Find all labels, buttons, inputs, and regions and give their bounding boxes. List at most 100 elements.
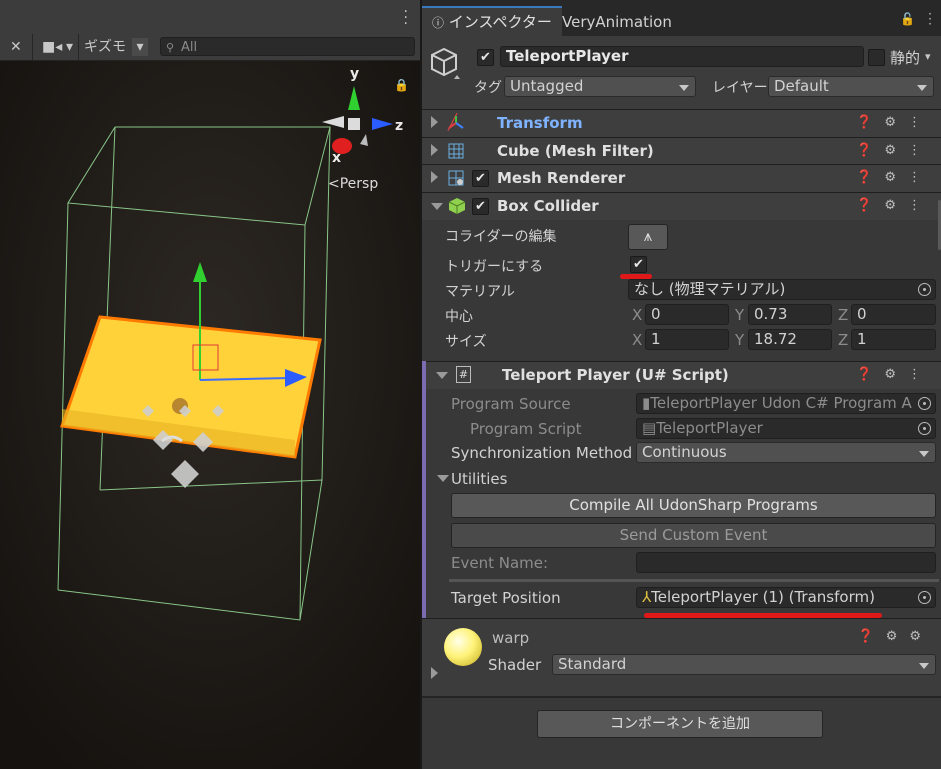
help-icon[interactable]: ❓	[856, 198, 884, 213]
mesh-renderer-enabled-checkbox[interactable]: ✔	[472, 170, 489, 187]
kebab-menu-icon[interactable]: · · ·	[404, 5, 408, 31]
scene-search-input[interactable]: ⚲ All	[160, 37, 415, 56]
utilities-label[interactable]: Utilities	[451, 470, 507, 488]
component-header-icons[interactable]: ❓⚙⋮	[856, 198, 933, 213]
kebab-menu-icon[interactable]: ⋮	[908, 198, 933, 213]
camera-icon[interactable]: ■◂	[42, 38, 62, 56]
scene-toolbar: ✕ ■◂ ▾ ギズモ ▾ ⚲ All	[0, 34, 420, 61]
component-header-icons[interactable]: ❓⚙⋮	[856, 367, 933, 382]
component-header-icons[interactable]: ❓⚙⋮	[856, 115, 933, 130]
preset-icon[interactable]: ⚙	[884, 198, 908, 213]
center-label: 中心	[445, 309, 473, 325]
material-object-field[interactable]: なし (物理マテリアル)	[628, 279, 936, 300]
help-icon[interactable]: ❓	[856, 115, 884, 130]
camera-dropdown-icon[interactable]: ▾	[66, 38, 73, 56]
transform-header[interactable]: ╱ Transform ❓⚙⋮	[422, 109, 941, 137]
kebab-menu-icon[interactable]: ⋮	[908, 143, 933, 158]
gizmos-dropdown-icon[interactable]: ▾	[132, 38, 148, 56]
foldout-arrow-icon[interactable]	[431, 203, 443, 210]
add-component-button[interactable]: コンポーネントを追加	[537, 710, 823, 738]
object-picker-icon[interactable]	[918, 591, 931, 604]
mesh-renderer-header[interactable]: ✔ Mesh Renderer ❓⚙⋮	[422, 164, 941, 192]
size-z-input[interactable]: 1	[851, 329, 936, 350]
preset-icon[interactable]: ⚙	[884, 170, 908, 185]
mesh-filter-header[interactable]: Cube (Mesh Filter) ❓⚙⋮	[422, 137, 941, 165]
foldout-arrow-icon[interactable]	[431, 144, 438, 156]
layer-value: Default	[774, 77, 829, 95]
projection-label[interactable]: <Persp	[328, 176, 378, 192]
size-z-axis: Z	[838, 331, 849, 349]
udon-accent-bar	[422, 361, 426, 618]
is-trigger-checkbox[interactable]: ✔	[630, 256, 647, 273]
mesh-renderer-icon	[448, 170, 464, 186]
preset-icon[interactable]: ⚙	[884, 115, 908, 130]
center-x-input[interactable]: 0	[645, 304, 729, 325]
event-name-input[interactable]	[636, 552, 936, 573]
gizmos-button[interactable]: ギズモ	[84, 38, 126, 56]
center-x-axis: X	[632, 306, 643, 324]
lock-icon[interactable]: 🔒	[394, 78, 409, 92]
help-icon[interactable]: ❓	[856, 367, 884, 382]
tab-veryanimation[interactable]: VeryAnimation	[552, 8, 682, 36]
foldout-arrow-icon[interactable]	[436, 372, 448, 379]
tab-inspector[interactable]: ⓘ インスペクター	[422, 6, 562, 36]
help-icon[interactable]: ❓	[858, 629, 886, 644]
gameobject-cube-icon[interactable]	[430, 46, 460, 80]
projection-text: Persp	[339, 176, 379, 192]
tag-dropdown[interactable]: Untagged	[504, 76, 696, 97]
layer-dropdown[interactable]: Default	[768, 76, 934, 97]
edit-collider-button[interactable]: ⩚	[628, 224, 668, 250]
material-section: warp ❓⚙⚙ Shader Standard	[422, 618, 941, 697]
shader-dropdown[interactable]: Standard	[552, 654, 936, 675]
foldout-arrow-icon[interactable]	[431, 116, 438, 128]
kebab-menu-icon[interactable]: ⋮	[908, 115, 933, 130]
udon-script-component: # Teleport Player (U# Script) ❓⚙⋮ Progra…	[422, 361, 941, 618]
material-preview-sphere	[444, 628, 482, 666]
center-z-axis: Z	[838, 306, 849, 324]
center-z-input[interactable]: 0	[851, 304, 936, 325]
object-picker-icon[interactable]	[918, 283, 931, 296]
foldout-arrow-icon[interactable]	[431, 171, 438, 183]
box-collider-header[interactable]: ✔ Box Collider ❓⚙⋮	[422, 192, 941, 220]
static-checkbox[interactable]	[868, 49, 885, 66]
help-icon[interactable]: ❓	[856, 143, 884, 158]
sync-method-dropdown[interactable]: Continuous	[636, 442, 936, 463]
component-header-icons[interactable]: ❓⚙⋮	[856, 170, 933, 185]
preset-icon[interactable]: ⚙	[884, 367, 908, 382]
utilities-foldout-icon[interactable]	[437, 475, 449, 482]
kebab-menu-icon[interactable]: ⋮	[908, 367, 933, 382]
udon-script-header[interactable]: # Teleport Player (U# Script) ❓⚙⋮	[426, 361, 941, 389]
preset-icon[interactable]: ⚙	[886, 629, 910, 644]
preset-icon[interactable]: ⚙	[884, 143, 908, 158]
size-y-input[interactable]: 18.72	[748, 329, 832, 350]
inspector-tabbar: ⓘ インスペクター VeryAnimation 🔓 · · ·	[422, 0, 941, 36]
tools-icon[interactable]: ✕	[10, 38, 22, 56]
lock-icon[interactable]: 🔓	[900, 12, 915, 26]
material-foldout-icon[interactable]	[431, 667, 438, 679]
sync-method-value: Continuous	[642, 443, 727, 461]
material-header-icons[interactable]: ❓⚙⚙	[858, 629, 934, 644]
kebab-menu-icon[interactable]: · · ·	[928, 8, 932, 30]
mesh-renderer-title: Mesh Renderer	[497, 169, 626, 187]
separator	[449, 579, 939, 582]
gameobject-active-checkbox[interactable]: ✔	[477, 49, 494, 66]
static-dropdown-icon[interactable]: ▾	[925, 50, 931, 63]
tag-label: タグ	[474, 80, 502, 96]
compile-all-button[interactable]: Compile All UdonSharp Programs	[451, 493, 936, 518]
transform-title: Transform	[497, 114, 583, 132]
center-y-input[interactable]: 0.73	[748, 304, 832, 325]
target-position-field[interactable]: ⅄TeleportPlayer (1) (Transform)	[636, 587, 936, 608]
gear-icon[interactable]: ⚙	[909, 629, 933, 644]
target-position-label: Target Position	[451, 589, 561, 607]
kebab-menu-icon[interactable]: ⋮	[908, 170, 933, 185]
size-x-input[interactable]: 1	[645, 329, 729, 350]
size-label: サイズ	[445, 334, 487, 350]
edit-bounds-icon: ⩚	[643, 227, 653, 245]
scene-view[interactable]: y z x <Persp 🔒	[0, 0, 420, 769]
help-icon[interactable]: ❓	[856, 170, 884, 185]
box-collider-enabled-checkbox[interactable]: ✔	[472, 198, 489, 215]
send-custom-event-button[interactable]: Send Custom Event	[451, 523, 936, 548]
edit-collider-label: コライダーの編集	[445, 229, 557, 245]
gameobject-name-input[interactable]: TeleportPlayer	[500, 46, 864, 67]
component-header-icons[interactable]: ❓⚙⋮	[856, 143, 933, 158]
